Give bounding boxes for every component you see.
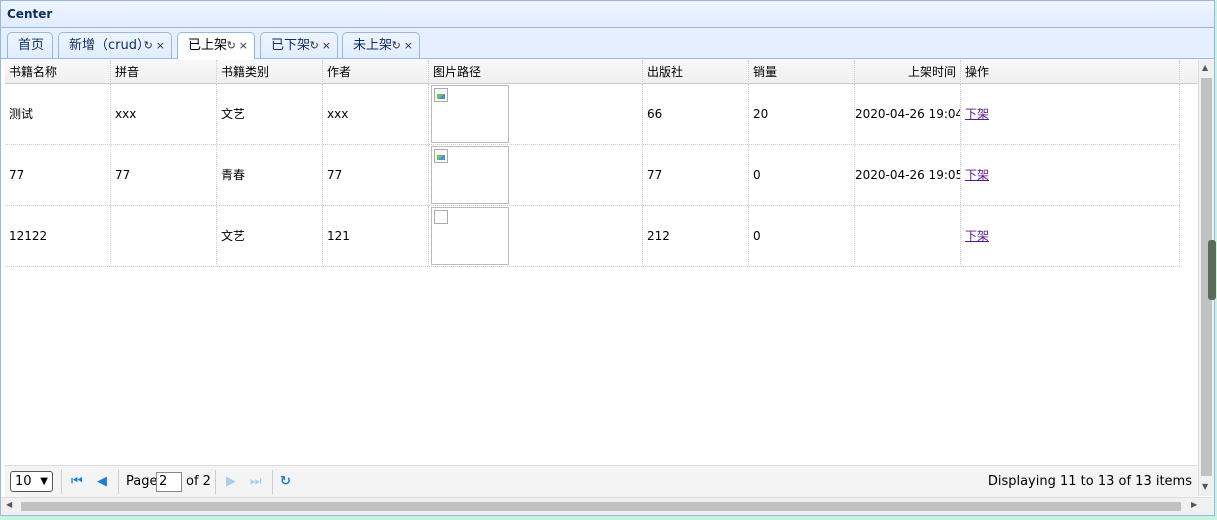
cell-image [429, 145, 643, 205]
table-row[interactable]: 测试 xxx 文艺 xxx 66 20 2020-04-26 19:04 下架 [5, 84, 1180, 145]
broken-image-icon [434, 149, 448, 163]
horizontal-scrollbar[interactable]: ◀ ▶ [1, 497, 1214, 515]
cell-action: 下架 [961, 206, 1180, 266]
scroll-down-arrow-icon[interactable]: ▼ [1202, 482, 1208, 491]
cell-action: 下架 [961, 145, 1180, 205]
book-cover-image [431, 207, 509, 265]
book-cover-image [431, 146, 509, 204]
panel-title: Center [7, 7, 53, 21]
close-icon[interactable]: × [239, 39, 248, 52]
column-header-image-path[interactable]: 图片路径 [429, 60, 643, 84]
column-header-name[interactable]: 书籍名称 [5, 60, 111, 84]
tab-not-shelved[interactable]: 未上架 ↻ × [342, 32, 420, 58]
tab-add-crud[interactable]: 新增（crud） ↻ × [58, 32, 172, 58]
cell-author: xxx [323, 84, 429, 144]
cell-sales: 20 [749, 84, 855, 144]
cell-action: 下架 [961, 84, 1180, 144]
scroll-up-arrow-icon[interactable]: ▲ [1202, 63, 1208, 72]
refresh-icon[interactable]: ↻ [144, 39, 153, 52]
tab-bar: 首页 新增（crud） ↻ × 已上架 ↻ × 已下架 ↻ × 未上架 ↻ × [1, 28, 1214, 59]
cell-sales: 0 [749, 145, 855, 205]
cell-pinyin [111, 206, 217, 266]
last-page-icon[interactable]: ⏭ [250, 474, 262, 489]
table-row[interactable]: 77 77 青春 77 77 0 2020-04-26 19:05 下架 [5, 145, 1180, 206]
pager-separator [215, 470, 216, 494]
pager-separator [61, 470, 62, 494]
first-page-icon[interactable]: ⏮ [71, 474, 83, 489]
tab-label: 首页 [18, 38, 45, 53]
close-icon[interactable]: × [156, 39, 165, 52]
cell-sales: 0 [749, 206, 855, 266]
center-panel: Center 首页 新增（crud） ↻ × 已上架 ↻ × 已下架 ↻ × 未上架 [0, 0, 1215, 516]
refresh-icon[interactable]: ↻ [227, 39, 236, 52]
tab-off-shelf[interactable]: 已下架 ↻ × [260, 32, 338, 58]
cell-image [429, 84, 643, 144]
page-size-select[interactable]: 10 ▼ [10, 471, 53, 492]
column-header-category[interactable]: 书籍类别 [217, 60, 323, 84]
close-icon[interactable]: × [404, 39, 413, 52]
page-number-input[interactable]: 2 [156, 472, 182, 492]
cell-author: 121 [323, 206, 429, 266]
table-row[interactable]: 12122 文艺 121 212 0 下架 [5, 206, 1180, 267]
column-header-sales[interactable]: 销量 [749, 60, 855, 84]
tab-home[interactable]: 首页 [7, 32, 53, 58]
book-cover-image [431, 85, 509, 143]
refresh-icon[interactable]: ↻ [310, 39, 319, 52]
refresh-icon[interactable]: ↻ [280, 474, 291, 489]
horizontal-scroll-thumb[interactable] [21, 502, 1181, 511]
cell-publisher: 212 [643, 206, 749, 266]
cell-category: 青春 [217, 145, 323, 205]
cell-name: 12122 [5, 206, 111, 266]
cell-category: 文艺 [217, 84, 323, 144]
column-header-shelf-time[interactable]: 上架时间 [855, 60, 961, 84]
tab-label: 已上架 [188, 38, 228, 53]
datagrid: 书籍名称 拼音 书籍类别 作者 图片路径 出版社 销量 上架时间 操作 测试 x… [5, 60, 1198, 465]
tab-label: 已下架 [271, 38, 311, 53]
page-size-value: 10 [15, 474, 32, 489]
column-header-action[interactable]: 操作 [961, 60, 1180, 84]
tab-label: 新增（crud） [69, 38, 150, 53]
cell-shelf-time: 2020-04-26 19:04 [855, 84, 961, 144]
tab-label: 未上架 [353, 38, 393, 53]
cell-pinyin: xxx [111, 84, 217, 144]
scroll-left-arrow-icon[interactable]: ◀ [6, 500, 12, 509]
prev-page-icon[interactable]: ◀ [97, 474, 107, 489]
column-header-publisher[interactable]: 出版社 [643, 60, 749, 84]
panel-header: Center [1, 1, 1214, 28]
cell-author: 77 [323, 145, 429, 205]
cell-publisher: 77 [643, 145, 749, 205]
close-icon[interactable]: × [322, 39, 331, 52]
datagrid-header: 书籍名称 拼音 书籍类别 作者 图片路径 出版社 销量 上架时间 操作 [5, 60, 1198, 84]
column-header-author[interactable]: 作者 [323, 60, 429, 84]
chevron-down-icon: ▼ [40, 476, 48, 487]
pager-info: Displaying 11 to 13 of 13 items [987, 474, 1192, 489]
cell-shelf-time [855, 206, 961, 266]
page-label: Page [126, 474, 158, 489]
side-resize-handle[interactable] [1208, 240, 1216, 300]
page-total-label: of 2 [186, 474, 211, 489]
cell-shelf-time: 2020-04-26 19:05 [855, 145, 961, 205]
column-header-pinyin[interactable]: 拼音 [111, 60, 217, 84]
pager-separator [272, 470, 273, 494]
cell-category: 文艺 [217, 206, 323, 266]
pagination-bar: 10 ▼ ⏮ ◀ Page 2 of 2 ▶ ⏭ ↻ Displaying 11… [5, 465, 1198, 497]
empty-image-icon [434, 210, 448, 224]
cell-publisher: 66 [643, 84, 749, 144]
next-page-icon[interactable]: ▶ [226, 474, 236, 489]
cell-pinyin: 77 [111, 145, 217, 205]
scroll-right-arrow-icon[interactable]: ▶ [1191, 500, 1197, 509]
broken-image-icon [434, 88, 448, 102]
take-off-shelf-link[interactable]: 下架 [965, 168, 989, 182]
cell-name: 测试 [5, 84, 111, 144]
take-off-shelf-link[interactable]: 下架 [965, 107, 989, 121]
pager-separator [118, 470, 119, 494]
take-off-shelf-link[interactable]: 下架 [965, 229, 989, 243]
refresh-icon[interactable]: ↻ [392, 39, 401, 52]
tab-on-shelf[interactable]: 已上架 ↻ × [177, 32, 255, 59]
cell-image [429, 206, 643, 266]
cell-name: 77 [5, 145, 111, 205]
